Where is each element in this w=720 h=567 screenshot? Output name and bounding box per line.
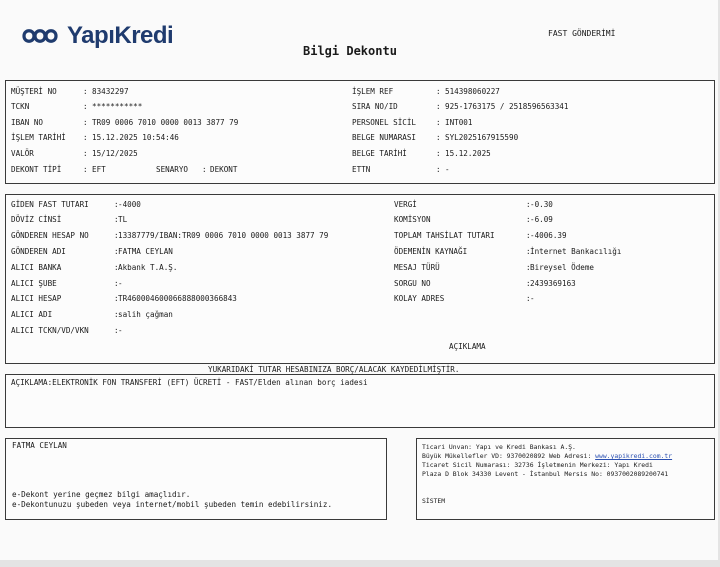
transfer-field-value: FATMA CEYLAN — [118, 247, 173, 256]
transfer-field-value: - — [118, 326, 123, 335]
bank-legal-name: Ticari Unvan: Yapı ve Kredi Bankası A.Ş. — [422, 443, 576, 451]
transfer-field-label: ALICI TCKN/VD/VKN — [11, 326, 89, 335]
customer-field-separator: : — [83, 102, 88, 111]
description-text: AÇIKLAMA:ELEKTRONİK FON TRANSFERİ (EFT) … — [11, 378, 368, 387]
document-field-separator: : — [436, 118, 441, 127]
fee-field-value: İnternet Bankacılığı — [530, 247, 622, 256]
customer-field-separator: : — [83, 133, 88, 142]
document-field-label: SIRA NO/ID — [352, 102, 398, 111]
customer-field-value: 83432297 — [92, 87, 129, 96]
bank-tax-web: Büyük Mükellefler VD: 9370020892 Web Adr… — [422, 452, 672, 461]
document-field-separator: : — [436, 133, 441, 142]
transfer-field-value: - — [118, 279, 123, 288]
transfer-field-label: ALICI HESAP — [11, 294, 62, 303]
transfer-field-value: TL — [118, 215, 128, 224]
fee-field-label: ÖDEMENİN KAYNAĞI — [394, 247, 468, 256]
fee-field-value: Bireysel Ödeme — [530, 263, 595, 272]
footer-note-2: e-Dekontunuzu şubeden veya internet/mobi… — [12, 500, 333, 509]
transfer-field-label: GÖNDEREN HESAP NO — [11, 231, 89, 240]
brand-name: YapıKredi — [67, 22, 174, 49]
yapikredi-logo: YapıKredi — [20, 22, 174, 50]
document-field-separator: : — [436, 149, 441, 158]
document-field-value: INT001 — [445, 118, 473, 127]
document-field-separator: : — [436, 102, 441, 111]
fee-field-label: SORGU NO — [394, 279, 431, 288]
scenario-label: SENARYO — [156, 165, 189, 174]
bank-address: Plaza D Blok 34330 Levent - İstanbul Mer… — [422, 470, 669, 478]
transfer-type-label: FAST GÖNDERİMİ — [548, 29, 616, 38]
transfer-field-label: GÖNDEREN ADI — [11, 247, 66, 256]
document-field-label: BELGE TARİHİ — [352, 149, 407, 158]
bank-registry: Ticaret Sicil Numarası: 32736 İşletmenin… — [422, 461, 653, 469]
dekont-type-separator: : — [83, 165, 88, 174]
fee-field-label: KOLAY ADRES — [394, 294, 445, 303]
customer-field-value: 15/12/2025 — [92, 149, 138, 158]
scenario-separator: : — [202, 165, 207, 174]
bank-website-link[interactable]: www.yapikredi.com.tr — [595, 452, 672, 460]
footer-customer-name: FATMA CEYLAN — [12, 441, 67, 450]
transfer-details-box — [5, 194, 715, 364]
customer-field-value: 15.12.2025 10:54:46 — [92, 133, 179, 142]
customer-field-separator: : — [83, 118, 88, 127]
transfer-field-label: DÖVİZ CİNSİ — [11, 215, 62, 224]
transfer-field-label: GİDEN FAST TUTARI — [11, 200, 89, 209]
fee-field-label: TOPLAM TAHSİLAT TUTARI — [394, 231, 495, 240]
document-field-value: - — [445, 165, 450, 174]
system-signature-label: SİSTEM — [422, 497, 446, 505]
customer-field-separator: : — [83, 87, 88, 96]
transfer-field-value: 13387779/IBAN:TR09 0006 7010 0000 0013 3… — [118, 231, 329, 240]
dekont-type-label: DEKONT TİPİ — [11, 165, 62, 174]
fee-field-label: MESAJ TÜRÜ — [394, 263, 440, 272]
customer-field-label: TCKN — [11, 102, 30, 111]
fee-field-value: 2439369163 — [530, 279, 576, 288]
fee-field-label: KOMİSYON — [394, 215, 431, 224]
customer-field-separator: : — [83, 149, 88, 158]
customer-field-label: IBAN NO — [11, 118, 44, 127]
debit-credit-notice: YUKARIDAKİ TUTAR HESABINIZA BORÇ/ALACAK … — [208, 365, 460, 374]
fee-field-label: VERGİ — [394, 200, 417, 209]
transfer-field-value: Akbank T.A.Ş. — [118, 263, 178, 272]
document-field-separator: : — [436, 87, 441, 96]
document-field-label: ETTN — [352, 165, 371, 174]
fee-field-value: -4006.39 — [530, 231, 567, 240]
document-field-label: BELGE NUMARASI — [352, 133, 417, 142]
transfer-field-value: -4000 — [118, 200, 141, 209]
customer-field-label: İŞLEM TARİHİ — [11, 133, 66, 142]
fee-field-value: - — [530, 294, 535, 303]
dekont-type-value: EFT — [92, 165, 106, 174]
footer-note-1: e-Dekont yerine geçmez bilgi amaçlıdır. — [12, 490, 191, 499]
document-field-label: PERSONEL SİCİL — [352, 118, 417, 127]
scenario-value: DEKONT — [210, 165, 238, 174]
yapikredi-logo-icon — [22, 29, 58, 43]
bank-tax-text: Büyük Mükellefler VD: 9370020892 Web Adr… — [422, 452, 596, 460]
transfer-field-value: TR460004600066888000366843 — [118, 294, 237, 303]
document-field-value: 514398060227 — [445, 87, 500, 96]
aciklama-heading: AÇIKLAMA — [449, 342, 486, 351]
customer-field-label: VALÖR — [11, 149, 34, 158]
document-field-value: SYL2025167915590 — [445, 133, 519, 142]
document-field-label: İŞLEM REF — [352, 87, 394, 96]
document-title: Bilgi Dekontu — [303, 44, 397, 58]
receipt-page: YapıKredi Bilgi Dekontu FAST GÖNDERİMİ M… — [0, 0, 718, 560]
fee-field-value: -6.09 — [530, 215, 553, 224]
transfer-field-label: ALICI ADI — [11, 310, 53, 319]
document-field-value: 925-1763175 / 2518596563341 — [445, 102, 569, 111]
customer-field-value: TR09 0006 7010 0000 0013 3877 79 — [92, 118, 239, 127]
customer-field-label: MÜŞTERİ NO — [11, 87, 57, 96]
fee-field-value: -0.30 — [530, 200, 553, 209]
document-field-separator: : — [436, 165, 441, 174]
document-field-value: 15.12.2025 — [445, 149, 491, 158]
transfer-field-label: ALICI ŞUBE — [11, 279, 57, 288]
transfer-field-value: salih çağman — [118, 310, 173, 319]
customer-field-value: *********** — [92, 102, 143, 111]
transfer-field-label: ALICI BANKA — [11, 263, 62, 272]
